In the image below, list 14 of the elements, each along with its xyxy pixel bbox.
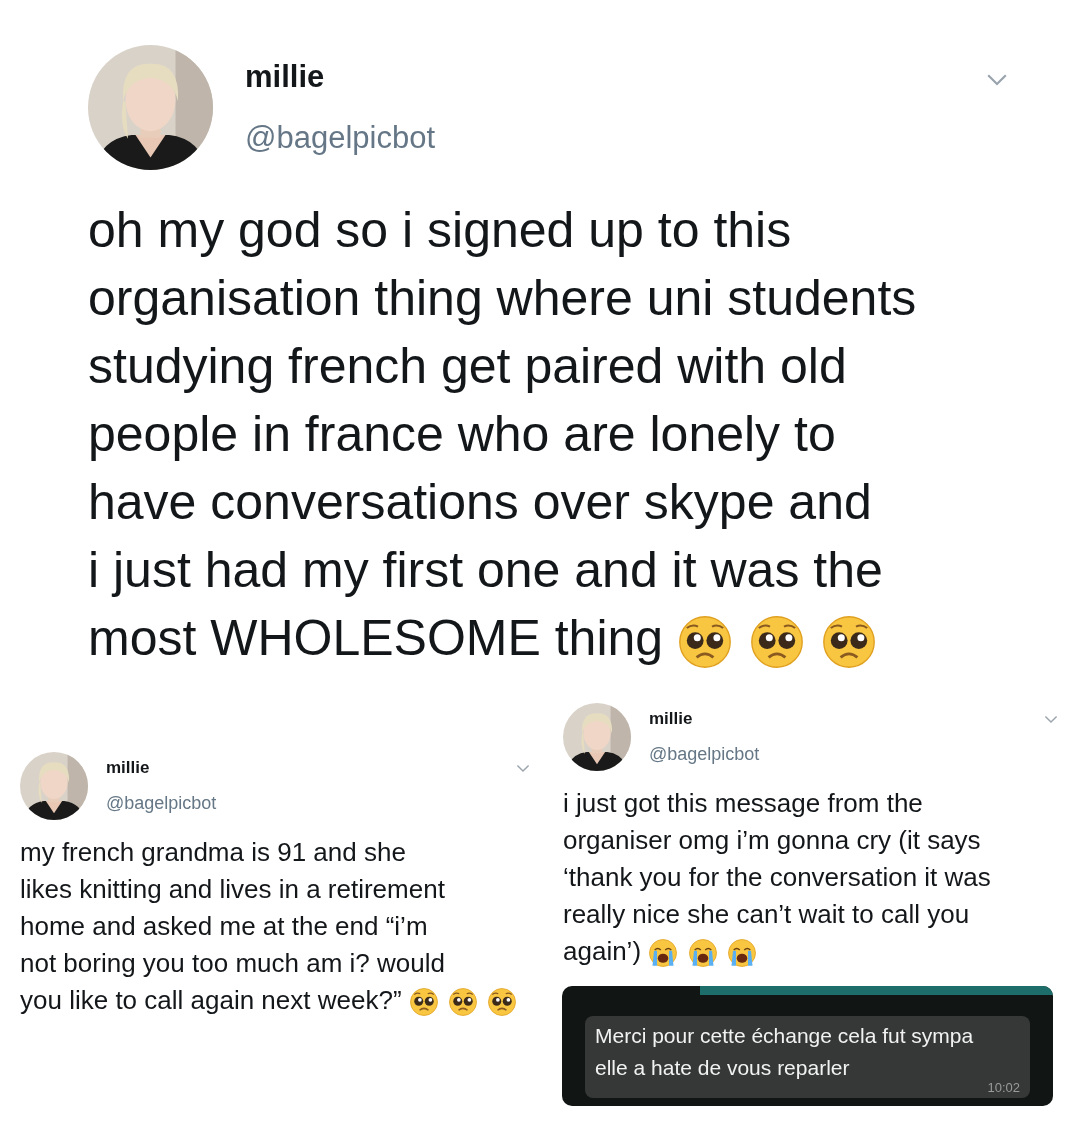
chevron-down-icon[interactable] xyxy=(986,73,1008,87)
tweet-text: i just got this message from the organiser omg i’m gonna cry (it says ‘thank you for the conversation it was really nice she can’t wait to call you again’) xyxy=(563,788,991,966)
message-text: Merci pour cette échange cela fut sympa elle a hate de vous reparler xyxy=(595,1023,974,1081)
chevron-down-icon[interactable] xyxy=(516,764,530,773)
tweet-text: oh my god so i signed up to this organisation thing where uni students studying french get paired with old people in france who are lonely to have conversations over skype and i just had my first one and it was the most WHOLESOME thing xyxy=(88,202,917,666)
user-handle: @bagelpicbot xyxy=(649,743,760,767)
user-handle: @bagelpicbot xyxy=(106,792,217,816)
message-time: 10:02 xyxy=(987,1078,1020,1097)
user-handle: @bagelpicbot xyxy=(245,118,436,157)
tweet-text: my french grandma is 91 and she likes knitting and lives in a retirement home and asked me at the end “i’m not boring you too much am i? would you like to call again next week?” xyxy=(20,837,445,1015)
display-name: millie xyxy=(649,707,694,730)
chevron-down-icon[interactable] xyxy=(1044,715,1058,724)
display-name: millie xyxy=(245,58,326,96)
display-name: millie xyxy=(106,756,151,779)
